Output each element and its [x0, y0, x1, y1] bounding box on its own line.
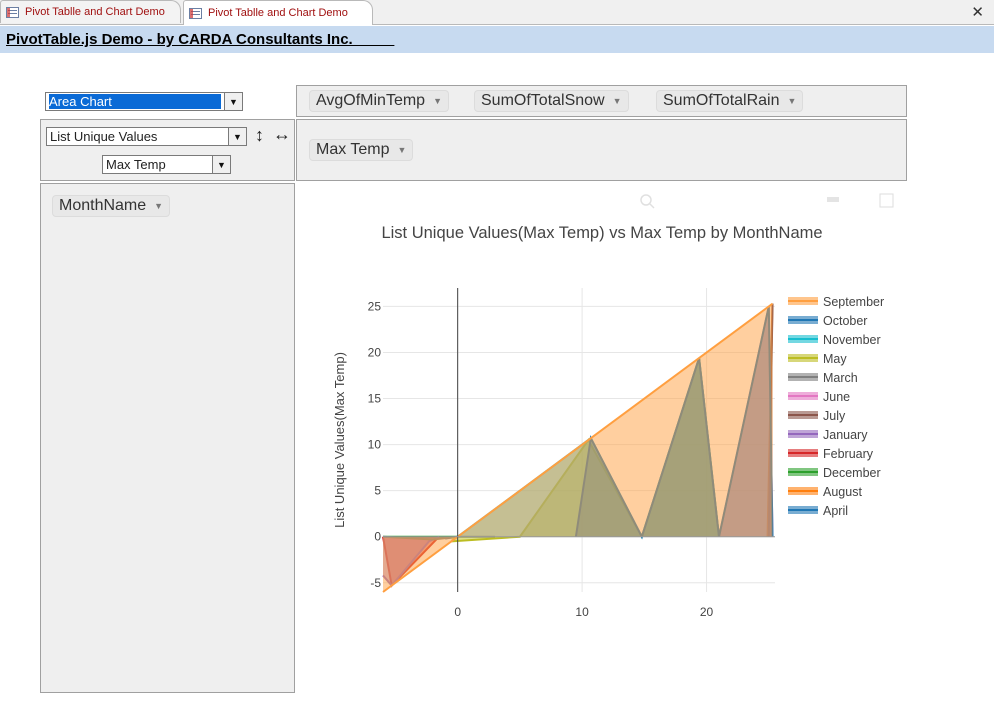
dropdown-arrow-icon[interactable]: ▼ — [398, 145, 407, 155]
attribute-pill-monthname[interactable]: MonthName ▼ — [52, 195, 171, 217]
y-tick-label: 10 — [368, 438, 382, 452]
form-icon — [189, 7, 202, 19]
autoscale-icon[interactable] — [827, 197, 839, 202]
attribute-pill-label: MonthName — [59, 197, 147, 214]
renderer-select-value: Area Chart — [49, 94, 221, 109]
close-icon[interactable]: ✕ — [971, 3, 984, 21]
chevron-down-icon[interactable]: ▼ — [224, 93, 242, 110]
row-attributes-area — [40, 183, 295, 693]
zoom-icon[interactable] — [640, 194, 655, 209]
chevron-down-icon[interactable]: ▼ — [228, 128, 246, 145]
dropdown-arrow-icon[interactable]: ▼ — [154, 201, 163, 211]
attribute-pill-max-temp[interactable]: Max Temp ▼ — [309, 139, 414, 161]
page-title: PivotTable.js Demo - by CARDA Consultant… — [6, 31, 395, 48]
attribute-pill-label: SumOfTotalSnow — [481, 92, 605, 109]
legend-label: July — [823, 409, 846, 423]
legend-label: May — [823, 352, 847, 366]
attribute-pill-sumoftotalsnow[interactable]: SumOfTotalSnow ▼ — [474, 90, 629, 112]
legend-label: December — [823, 466, 881, 480]
legend-label: October — [823, 314, 867, 328]
tab-label: Pivot Tablle and Chart Demo — [25, 6, 165, 18]
renderer-select[interactable]: Area Chart ▼ — [45, 92, 243, 111]
reset-axes-icon[interactable] — [879, 193, 894, 208]
y-tick-label: 20 — [368, 345, 382, 359]
attribute-select[interactable]: Max Temp ▼ — [102, 155, 231, 174]
legend-label: March — [823, 371, 858, 385]
y-tick-label: 5 — [374, 484, 381, 498]
dropdown-arrow-icon[interactable]: ▼ — [613, 96, 622, 106]
y-tick-label: 15 — [368, 392, 382, 406]
attribute-pill-sumoftotalrain[interactable]: SumOfTotalRain ▼ — [656, 90, 804, 112]
aggregator-select[interactable]: List Unique Values ▼ — [46, 127, 247, 146]
tab-label: Pivot Tablle and Chart Demo — [208, 7, 348, 19]
tab-pivot-demo-1[interactable]: Pivot Tablle and Chart Demo — [0, 0, 181, 23]
legend-label: November — [823, 333, 881, 347]
legend-label: June — [823, 390, 850, 404]
legend-label: February — [823, 447, 874, 461]
x-tick-label: 10 — [575, 605, 589, 619]
dropdown-arrow-icon[interactable]: ▼ — [433, 96, 442, 106]
aggregator-select-value: List Unique Values — [50, 129, 158, 144]
series-september — [382, 302, 774, 593]
x-tick-label: 0 — [454, 605, 461, 619]
area-chart: List Unique Values(Max Temp) vs Max Temp… — [332, 193, 894, 619]
sort-rows-icon[interactable]: ↕ — [255, 125, 264, 146]
attribute-pill-label: SumOfTotalRain — [663, 92, 780, 109]
y-tick-label: -5 — [370, 576, 381, 590]
attribute-pill-label: AvgOfMinTemp — [316, 92, 426, 109]
legend-label: January — [823, 428, 868, 442]
attribute-select-value: Max Temp — [106, 157, 166, 172]
y-tick-label: 0 — [374, 530, 381, 544]
y-axis-label: List Unique Values(Max Temp) — [332, 352, 347, 528]
chevron-down-icon[interactable]: ▼ — [212, 156, 230, 173]
dropdown-arrow-icon[interactable]: ▼ — [788, 96, 797, 106]
legend-label: August — [823, 485, 862, 499]
y-tick-label: 25 — [368, 299, 382, 313]
attribute-pill-avgofmintemp[interactable]: AvgOfMinTemp ▼ — [309, 90, 449, 112]
x-tick-label: 20 — [700, 605, 714, 619]
chart-title: List Unique Values(Max Temp) vs Max Temp… — [381, 224, 822, 242]
tab-pivot-demo-2[interactable]: Pivot Tablle and Chart Demo — [183, 0, 373, 25]
legend-label: April — [823, 504, 848, 518]
legend-label: September — [823, 295, 884, 309]
attribute-pill-label: Max Temp — [316, 141, 390, 158]
form-icon — [6, 6, 19, 18]
sort-columns-icon[interactable]: ↔ — [273, 124, 291, 145]
